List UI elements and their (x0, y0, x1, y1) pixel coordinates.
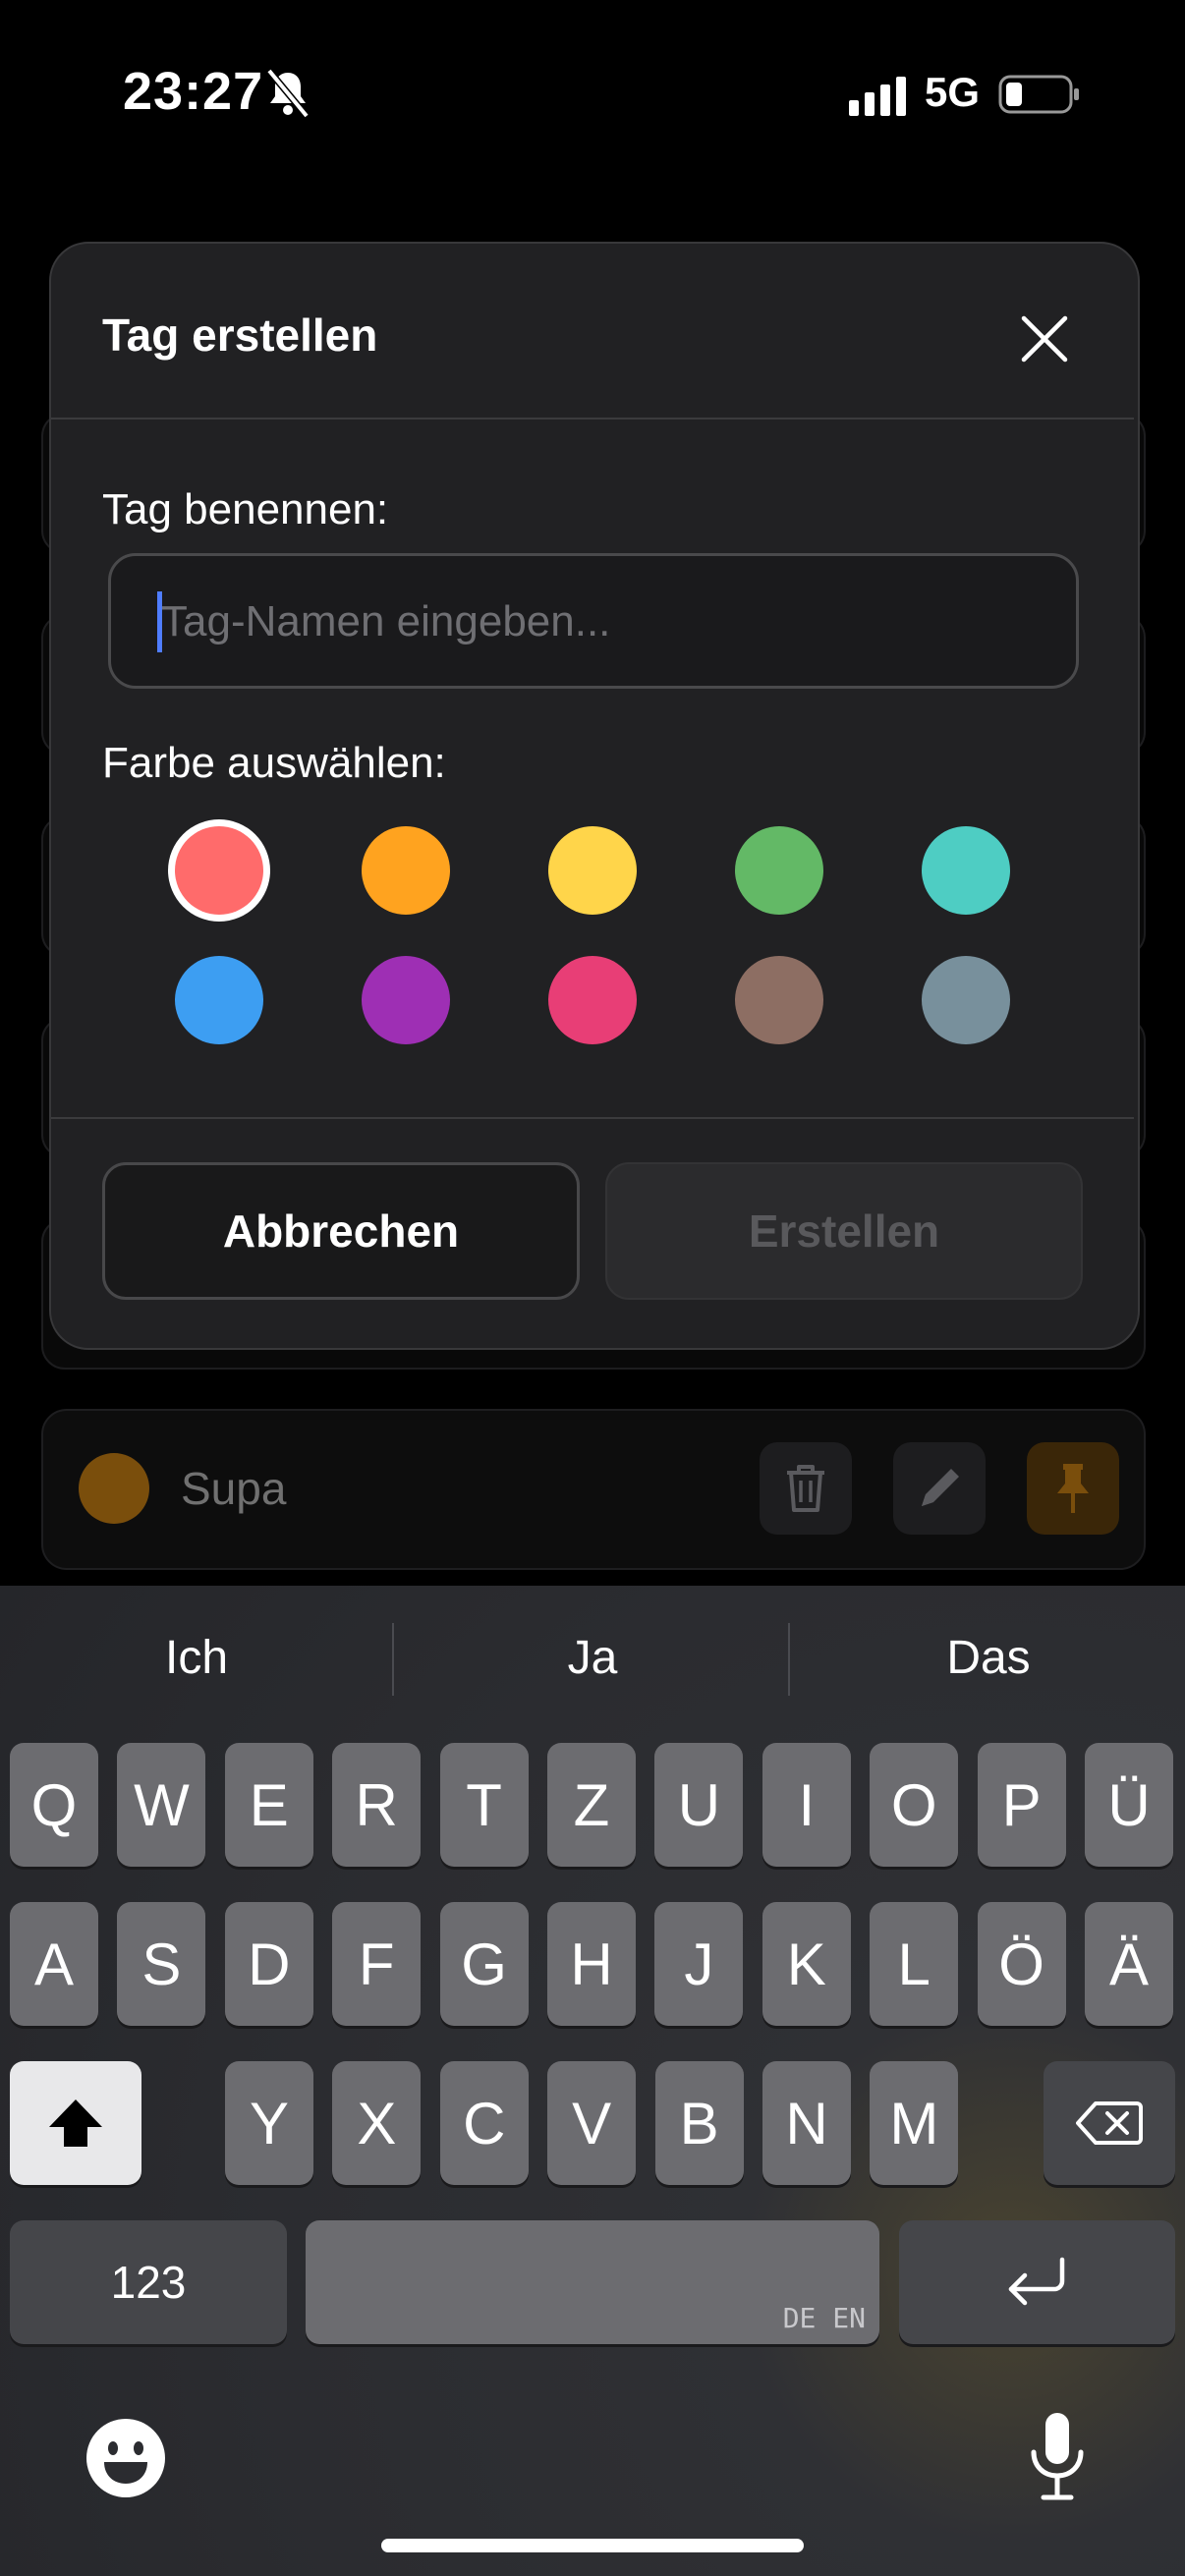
cancel-button[interactable]: Abbrechen (102, 1162, 580, 1300)
backspace-icon (1076, 2101, 1143, 2145)
key-s[interactable]: S (117, 1902, 206, 2026)
status-time: 23:27 (123, 62, 264, 121)
pencil-icon (922, 1469, 959, 1506)
emoji-icon[interactable] (85, 2417, 167, 2499)
cellular-signal-icon (849, 77, 906, 116)
text-cursor (157, 591, 162, 652)
color-swatch[interactable] (548, 956, 637, 1044)
shift-key[interactable] (10, 2061, 141, 2185)
key-e[interactable]: E (224, 1743, 313, 1867)
suggestion-divider (788, 1623, 790, 1696)
color-swatch[interactable] (548, 826, 637, 915)
tag-list-item-label: Supa (181, 1463, 287, 1514)
key-l[interactable]: L (870, 1902, 959, 2026)
key-w[interactable]: W (117, 1743, 206, 1867)
key-q[interactable]: Q (10, 1743, 98, 1867)
create-button[interactable]: Erstellen (605, 1162, 1083, 1300)
network-type: 5G (925, 69, 981, 115)
keyboard-languages: DE EN (782, 2302, 866, 2334)
return-icon (1008, 2257, 1064, 2306)
key-i[interactable]: I (762, 1743, 851, 1867)
tag-name-label: Tag benennen: (102, 485, 389, 533)
key-ö[interactable]: Ö (977, 1902, 1066, 2026)
trash-icon (787, 1465, 824, 1512)
key-n[interactable]: N (762, 2061, 851, 2185)
key-z[interactable]: Z (547, 1743, 636, 1867)
key-r[interactable]: R (332, 1743, 422, 1867)
key-v[interactable]: V (547, 2061, 637, 2185)
key-t[interactable]: T (439, 1743, 529, 1867)
key-ä[interactable]: Ä (1085, 1902, 1173, 2026)
pin-tag-button[interactable] (1027, 1442, 1119, 1535)
key-p[interactable]: P (977, 1743, 1066, 1867)
color-swatch[interactable] (362, 956, 450, 1044)
edit-tag-button[interactable] (893, 1442, 986, 1535)
color-swatch[interactable] (735, 826, 823, 915)
suggestion-1[interactable]: Ich (0, 1631, 393, 1685)
key-b[interactable]: B (654, 2061, 744, 2185)
space-key[interactable]: DE EN (306, 2220, 879, 2344)
tag-name-placeholder: Tag-Namen eingeben... (161, 597, 611, 645)
key-h[interactable]: H (547, 1902, 636, 2026)
color-swatch[interactable] (175, 826, 263, 915)
battery-icon (998, 75, 1079, 114)
color-swatch[interactable] (175, 956, 263, 1044)
suggestion-divider (392, 1623, 394, 1696)
key-d[interactable]: D (224, 1902, 313, 2026)
key-g[interactable]: G (439, 1902, 529, 2026)
close-icon[interactable] (1016, 310, 1073, 367)
color-swatch[interactable] (362, 826, 450, 915)
return-key[interactable] (899, 2220, 1175, 2344)
silent-mode-icon (266, 69, 310, 118)
key-f[interactable]: F (332, 1902, 422, 2026)
color-select-label: Farbe auswählen: (102, 739, 446, 787)
color-swatch[interactable] (735, 956, 823, 1044)
key-y[interactable]: Y (225, 2061, 313, 2185)
key-x[interactable]: X (332, 2061, 422, 2185)
backspace-key[interactable] (1044, 2061, 1175, 2185)
tag-color-dot (79, 1453, 149, 1524)
delete-tag-button[interactable] (760, 1442, 852, 1535)
key-m[interactable]: M (870, 2061, 959, 2185)
key-j[interactable]: J (654, 1902, 744, 2026)
key-a[interactable]: A (10, 1902, 98, 2026)
shift-arrow-icon (49, 2100, 102, 2147)
color-swatch[interactable] (922, 826, 1010, 915)
key-o[interactable]: O (870, 1743, 959, 1867)
key-ü[interactable]: Ü (1085, 1743, 1173, 1867)
dialog-header-divider (51, 418, 1134, 420)
key-c[interactable]: C (439, 2061, 529, 2185)
microphone-icon[interactable] (1026, 2409, 1089, 2503)
key-u[interactable]: U (654, 1743, 744, 1867)
home-indicator[interactable] (381, 2539, 804, 2552)
color-swatch[interactable] (922, 956, 1010, 1044)
suggestion-2[interactable]: Ja (396, 1631, 789, 1685)
suggestion-3[interactable]: Das (792, 1631, 1185, 1685)
pin-icon (1057, 1464, 1089, 1513)
dialog-title: Tag erstellen (102, 309, 378, 361)
dialog-footer-divider (51, 1117, 1134, 1119)
key-k[interactable]: K (762, 1902, 851, 2026)
numbers-key[interactable]: 123 (10, 2220, 287, 2344)
